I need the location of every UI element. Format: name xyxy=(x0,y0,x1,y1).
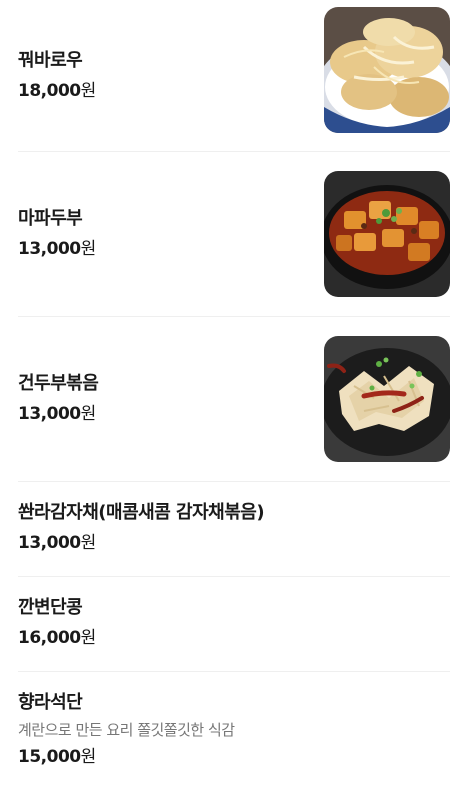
menu-list: 꿔바로우 18,000원 마파두부 13,000원 건두부볶음 13,000원 … xyxy=(0,0,466,786)
price-unit: 원 xyxy=(80,404,97,424)
menu-item-name: 깐변단콩 xyxy=(18,597,83,618)
price-unit: 원 xyxy=(80,533,97,553)
price-value: 13,000 xyxy=(18,239,81,259)
menu-item-text: 꿔바로우 18,000원 xyxy=(18,0,96,151)
menu-item-name: 꿔바로우 xyxy=(18,49,83,71)
menu-item-text: 마파두부 13,000원 xyxy=(18,152,96,316)
dried-tofu-stirfry-photo[interactable] xyxy=(324,336,450,462)
price-unit: 원 xyxy=(80,747,97,767)
menu-item-name: 쏸라감자채(매콤새콤 감자채볶음) xyxy=(18,502,265,523)
price-value: 13,000 xyxy=(18,533,81,553)
menu-item-price: 18,000원 xyxy=(18,80,96,102)
price-unit: 원 xyxy=(80,80,97,101)
menu-item-dried-tofu[interactable]: 건두부볶음 13,000원 xyxy=(18,317,450,482)
menu-item-price: 15,000원 xyxy=(18,746,450,768)
menu-item-text: 건두부볶음 13,000원 xyxy=(18,317,99,481)
menu-item-green-beans[interactable]: 깐변단콩 16,000원 xyxy=(18,577,450,672)
menu-item-price: 16,000원 xyxy=(18,627,450,649)
menu-item-name: 마파두부 xyxy=(18,208,83,229)
menu-item-price: 13,000원 xyxy=(18,403,98,425)
menu-item-name: 건두부볶음 xyxy=(18,373,99,394)
menu-item-potato-stirfry[interactable]: 쏸라감자채(매콤새콤 감자채볶음) 13,000원 xyxy=(18,482,450,577)
menu-item-description: 계란으로 만든 요리 쫄깃쫄깃한 식감 xyxy=(18,721,235,739)
menu-item-text: 향라석단 계란으로 만든 요리 쫄깃쫄깃한 식감 15,000원 xyxy=(18,692,450,768)
guobaorou-photo[interactable] xyxy=(324,7,450,133)
price-value: 16,000 xyxy=(18,628,81,648)
menu-item-mapo-tofu[interactable]: 마파두부 13,000원 xyxy=(18,152,450,317)
menu-item-name: 향라석단 xyxy=(18,692,83,713)
price-value: 18,000 xyxy=(18,80,81,101)
menu-item-text: 쏸라감자채(매콤새콤 감자채볶음) 13,000원 xyxy=(18,502,450,554)
price-value: 15,000 xyxy=(18,747,81,767)
price-unit: 원 xyxy=(80,628,97,648)
menu-item-egg-dish[interactable]: 향라석단 계란으로 만든 요리 쫄깃쫄깃한 식감 15,000원 xyxy=(18,672,450,786)
menu-item-text: 깐변단콩 16,000원 xyxy=(18,597,450,649)
menu-item-price: 13,000원 xyxy=(18,532,450,554)
price-value: 13,000 xyxy=(18,404,81,424)
menu-item-guobaorou[interactable]: 꿔바로우 18,000원 xyxy=(18,0,450,152)
menu-item-price: 13,000원 xyxy=(18,238,96,260)
price-unit: 원 xyxy=(80,239,97,259)
mapo-tofu-photo[interactable] xyxy=(324,171,450,297)
